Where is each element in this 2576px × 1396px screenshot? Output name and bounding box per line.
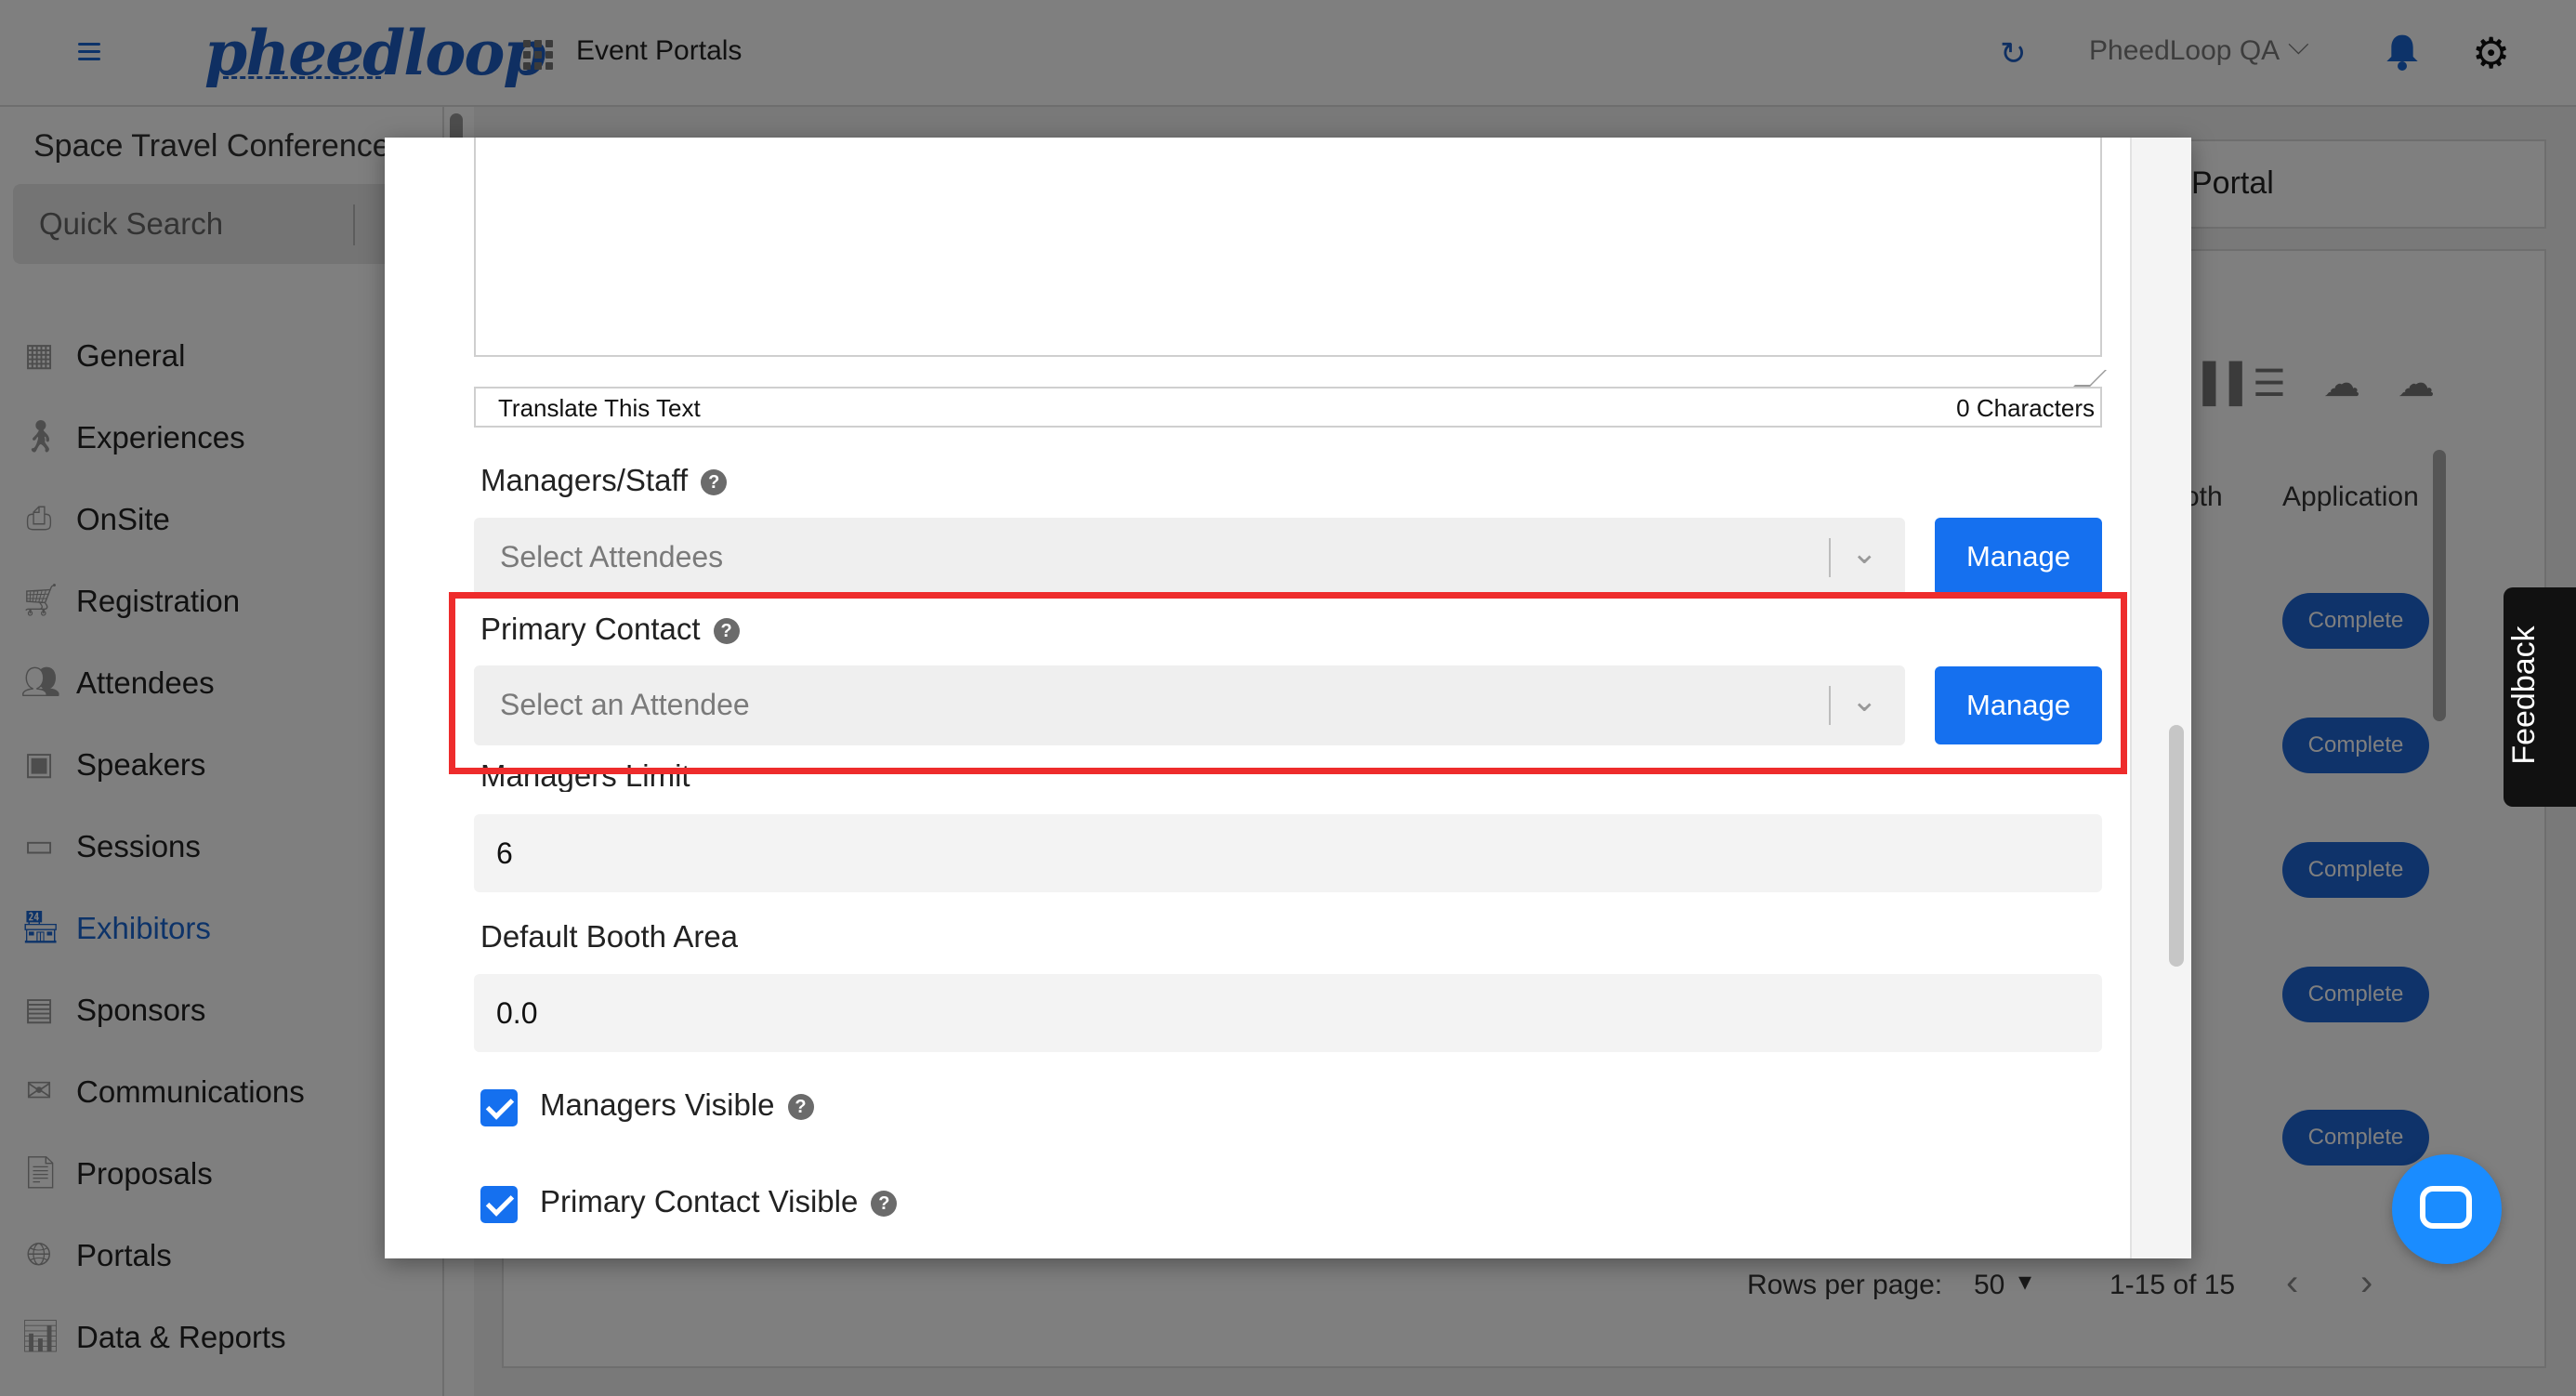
primary-contact-visible-text: Primary Contact Visible <box>540 1184 859 1218</box>
chevron-down-icon[interactable]: ⌄ <box>1851 534 1878 572</box>
primary-contact-visible-checkbox[interactable] <box>480 1186 518 1223</box>
managers-limit-value: 6 <box>496 836 513 870</box>
modal-scroll-divider <box>2130 138 2132 1258</box>
character-count: 0 Characters <box>1956 394 2095 422</box>
modal-scroll-track <box>2132 138 2191 1258</box>
help-icon[interactable]: ? <box>871 1191 898 1218</box>
managers-visible-text: Managers Visible <box>540 1087 775 1122</box>
help-icon[interactable]: ? <box>787 1094 814 1121</box>
chat-bubble-icon <box>2420 1186 2472 1229</box>
managers-staff-label: Managers/Staff? <box>480 463 728 498</box>
booth-area-value: 0.0 <box>496 996 538 1030</box>
booth-area-input[interactable]: 0.0 <box>474 974 2102 1052</box>
primary-contact-visible-label: Primary Contact Visible? <box>540 1184 898 1219</box>
description-textarea[interactable] <box>474 138 2102 357</box>
booth-area-label: Default Booth Area <box>480 919 739 954</box>
managers-visible-label: Managers Visible? <box>540 1087 814 1123</box>
managers-select[interactable]: Select Attendees ⌄ <box>474 518 1905 598</box>
highlight-annotation <box>449 592 2127 774</box>
manage-managers-button[interactable]: Manage <box>1935 518 2102 596</box>
managers-visible-checkbox[interactable] <box>480 1089 518 1126</box>
textarea-footer <box>474 387 2102 428</box>
translate-link[interactable]: Translate This Text <box>498 394 701 423</box>
help-icon[interactable]: ? <box>701 469 728 496</box>
managers-limit-input[interactable]: 6 <box>474 814 2102 892</box>
managers-staff-text: Managers/Staff <box>480 463 689 497</box>
chat-button[interactable] <box>2392 1154 2502 1264</box>
managers-select-placeholder: Select Attendees <box>500 540 724 573</box>
select-divider <box>1829 538 1831 577</box>
feedback-label: Feedback <box>2506 626 2542 765</box>
modal-scrollbar[interactable] <box>2169 725 2184 967</box>
